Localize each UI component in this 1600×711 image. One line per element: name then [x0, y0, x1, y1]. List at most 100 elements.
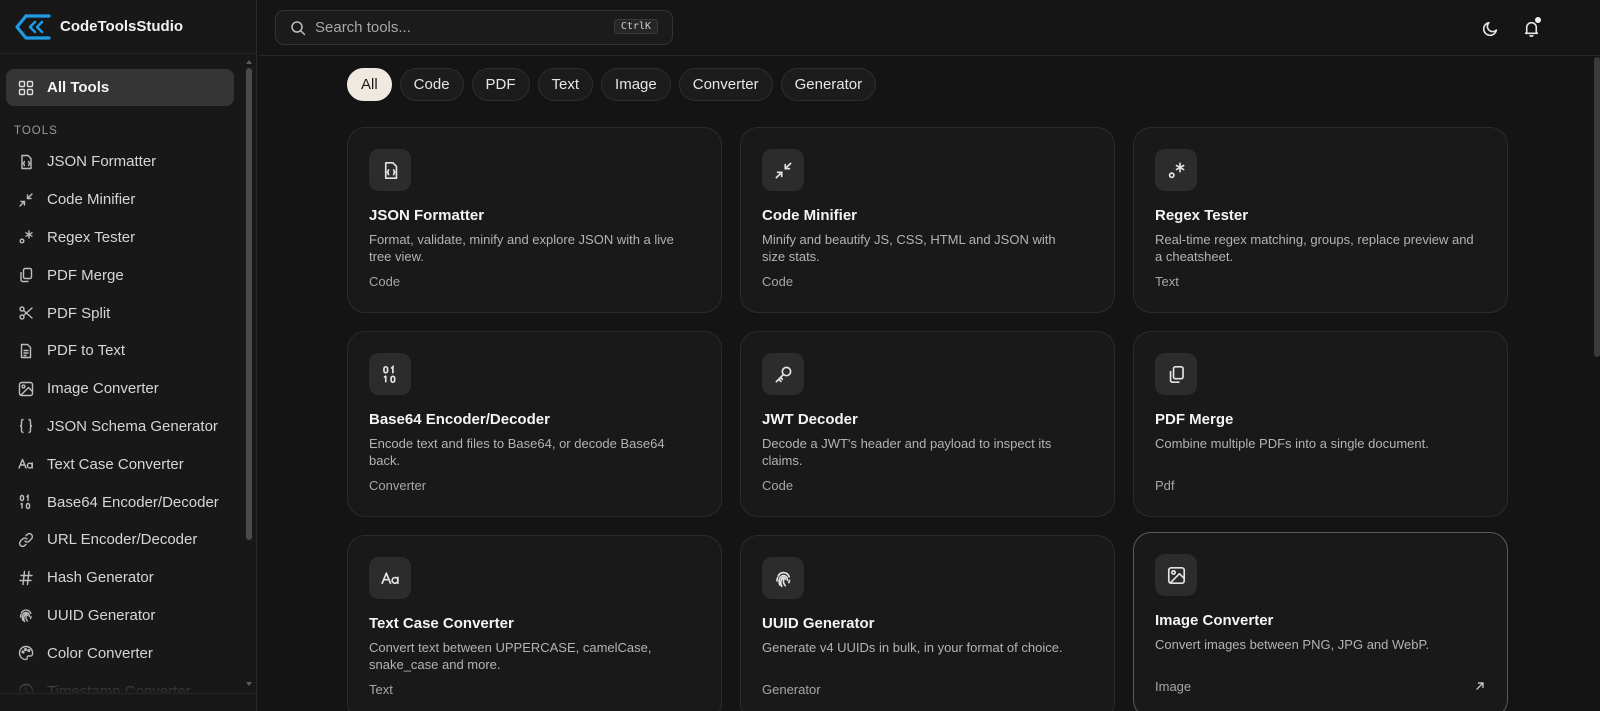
- sidebar-item-label: Regex Tester: [47, 228, 136, 246]
- card-title: JSON Formatter: [369, 207, 485, 224]
- filter-chip-code[interactable]: Code: [399, 68, 464, 101]
- search-icon: [291, 20, 306, 35]
- filter-chip-converter[interactable]: Converter: [678, 68, 773, 101]
- notifications-button[interactable]: [1517, 14, 1545, 42]
- card-description: Encode text and files to Base64, or deco…: [369, 436, 665, 468]
- brand[interactable]: CodeToolsStudio: [0, 0, 256, 54]
- card-title: UUID Generator: [762, 615, 875, 632]
- scroll-down-arrow[interactable]: [246, 682, 252, 686]
- theme-toggle-button[interactable]: [1476, 14, 1504, 42]
- link-icon: [17, 531, 35, 549]
- sidebar-item-label: Text Case Converter: [47, 455, 184, 473]
- page-scrollbar[interactable]: [1594, 57, 1600, 357]
- sidebar-item-regex-tester[interactable]: Regex Tester: [0, 219, 242, 257]
- sidebar-section-title: TOOLS: [14, 125, 58, 137]
- sidebar-item-image-converter[interactable]: Image Converter: [0, 370, 242, 408]
- sidebar-item-label: Image Converter: [47, 380, 159, 398]
- filter-chip-pdf[interactable]: PDF: [471, 68, 530, 101]
- sidebar-item-all-tools[interactable]: All Tools: [6, 69, 234, 106]
- regex-icon: [1155, 149, 1197, 191]
- tool-card-text-case-converter[interactable]: Text Case Converter Convert text between …: [347, 535, 722, 711]
- file-text-icon: [17, 342, 35, 360]
- regex-icon: [17, 228, 35, 246]
- tool-card-code-minifier[interactable]: Code Minifier Minify and beautify JS, CSS…: [740, 127, 1115, 313]
- sidebar-item-text-case-converter[interactable]: Text Case Converter: [0, 445, 242, 483]
- tool-card-pdf-merge[interactable]: PDF Merge Combine multiple PDFs into a si…: [1133, 331, 1508, 517]
- palette-icon: [17, 644, 35, 662]
- sidebar-item-label: PDF Merge: [47, 266, 124, 284]
- clock-icon: [17, 682, 35, 693]
- card-category: Code: [762, 478, 794, 493]
- sidebar-item-label: PDF to Text: [47, 342, 126, 360]
- sidebar-item-label: Timestamp Converter: [47, 682, 191, 693]
- card-description: Combine multiple PDFs into a single docu…: [1155, 436, 1429, 451]
- case-icon: [369, 557, 411, 599]
- search-input[interactable]: [315, 19, 605, 36]
- filter-chip-image[interactable]: Image: [601, 68, 671, 101]
- image-icon: [17, 380, 35, 398]
- file-json-icon: [17, 153, 35, 171]
- main-content: All Code PDF Text Image Converter Generator JS…: [258, 57, 1600, 711]
- search-box[interactable]: CtrlK: [275, 10, 673, 45]
- binary-icon: [369, 353, 411, 395]
- card-category: Pdf: [1155, 478, 1175, 493]
- grid-icon: [17, 79, 35, 97]
- sidebar-item-base64-encoder-decoder[interactable]: Base64 Encoder/Decoder: [0, 483, 242, 521]
- card-category: Code: [369, 274, 401, 289]
- tool-card-json-formatter[interactable]: JSON Formatter Format, validate, minify a…: [347, 127, 722, 313]
- sidebar-item-uuid-generator[interactable]: UUID Generator: [0, 597, 242, 635]
- scroll-up-arrow[interactable]: [246, 60, 252, 64]
- sidebar-item-label: Code Minifier: [47, 191, 136, 209]
- arrow-up-right-icon: [1474, 679, 1486, 697]
- card-category: Text: [369, 682, 393, 697]
- card-title: PDF Merge: [1155, 411, 1234, 428]
- sidebar-item-label: JSON Formatter: [47, 153, 157, 171]
- logo-icon: [15, 13, 51, 40]
- hash-icon: [17, 569, 35, 587]
- sidebar-nav: All Tools TOOLS JSON Formatter Code Minif…: [0, 62, 242, 693]
- sidebar-item-pdf-split[interactable]: PDF Split: [0, 294, 242, 332]
- card-description: Convert images between PNG, JPG and WebP…: [1155, 637, 1430, 652]
- tool-card-base64-encoder-decoder[interactable]: Base64 Encoder/Decoder Encode text and fi…: [347, 331, 722, 517]
- sidebar-item-json-schema-generator[interactable]: JSON Schema Generator: [0, 408, 242, 446]
- files-icon: [17, 266, 35, 284]
- tool-card-uuid-generator[interactable]: UUID Generator Generate v4 UUIDs in bulk,…: [740, 535, 1115, 711]
- tool-card-image-converter[interactable]: Image Converter Convert images between PN…: [1133, 532, 1508, 711]
- card-description: Real-time regex matching, groups, replac…: [1155, 232, 1474, 264]
- card-title: Code Minifier: [762, 207, 858, 224]
- file-json-icon: [369, 149, 411, 191]
- sidebar-item-label: PDF Split: [47, 304, 111, 322]
- tool-card-regex-tester[interactable]: Regex Tester Real-time regex matching, gr…: [1133, 127, 1508, 313]
- card-description: Generate v4 UUIDs in bulk, in your forma…: [762, 640, 1063, 655]
- card-category: Generator: [762, 682, 821, 697]
- sidebar-item-hash-generator[interactable]: Hash Generator: [0, 559, 242, 597]
- key-icon: [762, 353, 804, 395]
- shortcut-hint: CtrlK: [613, 19, 658, 34]
- sidebar-item-url-encoder-decoder[interactable]: URL Encoder/Decoder: [0, 521, 242, 559]
- tool-card-jwt-decoder[interactable]: JWT Decoder Decode a JWT's header and pay…: [740, 331, 1115, 517]
- sidebar-scrollbar[interactable]: [246, 68, 252, 540]
- sidebar-item-color-converter[interactable]: Color Converter: [0, 634, 242, 672]
- sidebar-item-pdf-merge[interactable]: PDF Merge: [0, 256, 242, 294]
- card-description: Format, validate, minify and explore JSO…: [369, 232, 674, 264]
- notification-dot: [1535, 17, 1541, 23]
- card-description: Decode a JWT's header and payload to ins…: [762, 436, 1052, 468]
- files-icon: [1155, 353, 1197, 395]
- moon-icon: [1482, 21, 1497, 36]
- sidebar-item-label: Base64 Encoder/Decoder: [47, 493, 219, 511]
- sidebar-item-json-formatter[interactable]: JSON Formatter: [0, 143, 242, 181]
- app-name: CodeToolsStudio: [60, 18, 184, 35]
- sidebar-item-code-minifier[interactable]: Code Minifier: [0, 181, 242, 219]
- sidebar-item-label: JSON Schema Generator: [47, 417, 218, 435]
- sidebar-item-pdf-to-text[interactable]: PDF to Text: [0, 332, 242, 370]
- filter-chip-all[interactable]: All: [347, 68, 392, 101]
- sidebar-item-label: Hash Generator: [47, 569, 154, 587]
- sidebar-item-timestamp-converter[interactable]: Timestamp Converter: [0, 672, 242, 693]
- braces-icon: [17, 417, 35, 435]
- minimize-icon: [762, 149, 804, 191]
- filter-chip-text[interactable]: Text: [537, 68, 594, 101]
- card-description: Convert text between UPPERCASE, camelCas…: [369, 640, 652, 672]
- sidebar-item-label: Color Converter: [47, 644, 153, 662]
- card-title: Text Case Converter: [369, 615, 514, 632]
- filter-chip-generator[interactable]: Generator: [780, 68, 877, 101]
